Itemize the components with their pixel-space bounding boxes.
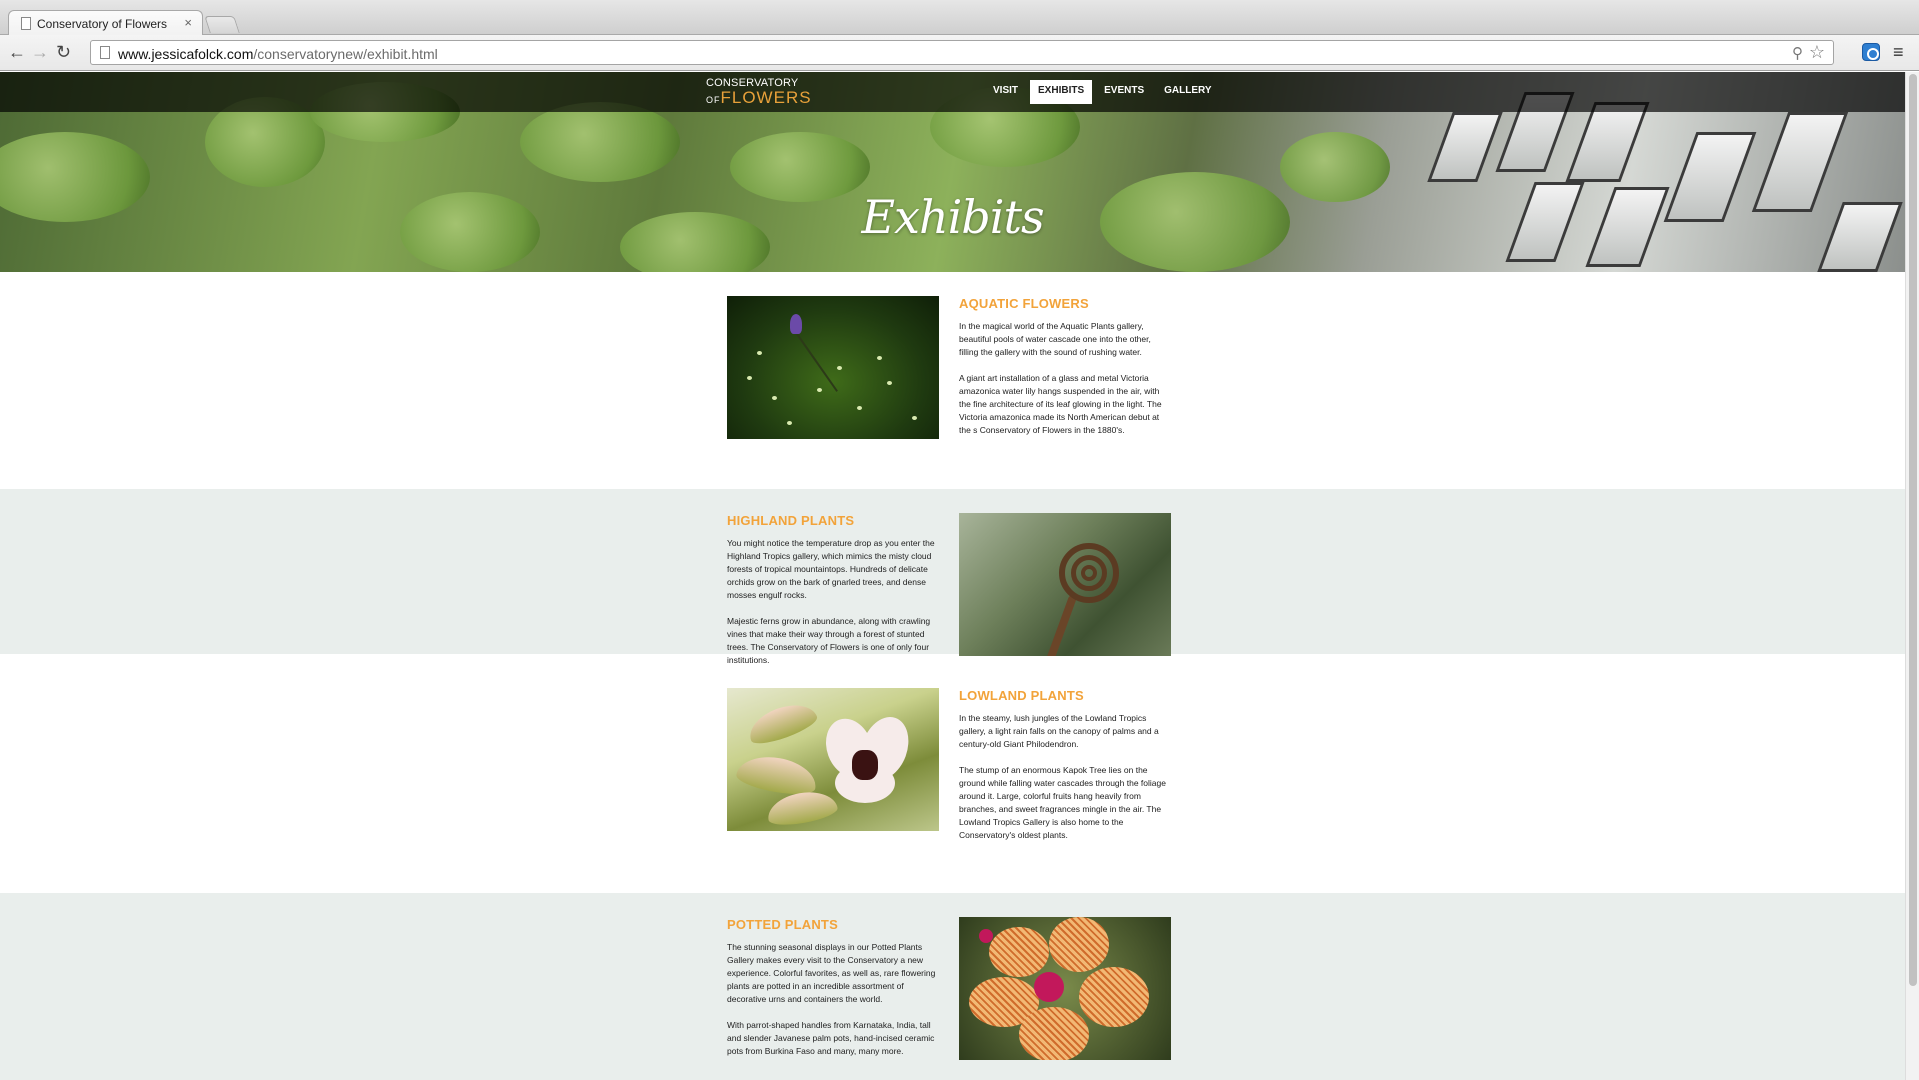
- forward-icon[interactable]: →: [31, 42, 49, 62]
- exhibit-text: LOWLAND PLANTS In the steamy, lush jungl…: [959, 688, 1172, 855]
- page-icon: [21, 17, 31, 30]
- exhibit-title: POTTED PLANTS: [727, 917, 838, 932]
- exhibit-section-aquatic: AQUATIC FLOWERS In the magical world of …: [0, 272, 1905, 449]
- new-tab-button[interactable]: [204, 16, 240, 33]
- orchid-photo: [727, 688, 939, 831]
- logo-bottom-text: OFFLOWERS: [706, 89, 812, 106]
- tab-title: Conservatory of Flowers: [37, 17, 168, 31]
- page-viewport: CONSERVATORY OFFLOWERS VISIT EXHIBITS EV…: [0, 72, 1905, 1080]
- exhibit-section-potted: POTTED PLANTS The stunning seasonal disp…: [0, 893, 1905, 1080]
- lily-pad: [520, 102, 680, 182]
- exhibit-title: AQUATIC FLOWERS: [959, 296, 1089, 311]
- exhibit-paragraph: The stunning seasonal displays in our Po…: [727, 942, 936, 1004]
- nav-gallery[interactable]: GALLERY: [1156, 80, 1219, 104]
- exhibit-section-lowland: LOWLAND PLANTS In the steamy, lush jungl…: [0, 654, 1905, 840]
- extension-icon[interactable]: [1862, 43, 1880, 61]
- page-title: Exhibits: [861, 190, 1044, 244]
- browser-toolbar: ← → ↻ www.jessicafolck.com/conservatoryn…: [0, 35, 1919, 71]
- exhibit-paragraph: You might notice the temperature drop as…: [727, 538, 935, 600]
- exhibit-section-highland: HIGHLAND PLANTS You might notice the tem…: [0, 489, 1905, 665]
- exhibit-paragraph: In the steamy, lush jungles of the Lowla…: [959, 713, 1159, 749]
- fern-photo: [959, 513, 1171, 656]
- nav-visit[interactable]: VISIT: [985, 80, 1026, 104]
- exhibit-title: LOWLAND PLANTS: [959, 688, 1084, 703]
- url-text[interactable]: www.jessicafolck.com/conservatorynew/exh…: [118, 46, 438, 62]
- close-tab-icon[interactable]: ×: [184, 15, 192, 30]
- browser-tab[interactable]: Conservatory of Flowers ×: [8, 10, 203, 36]
- reload-icon[interactable]: ↻: [56, 42, 71, 62]
- url-path: /conservatorynew/exhibit.html: [253, 46, 438, 62]
- back-icon[interactable]: ←: [8, 42, 26, 62]
- bookmark-star-icon[interactable]: ☆: [1809, 42, 1825, 63]
- glass-pane: [1427, 112, 1503, 182]
- exhibit-paragraph: The stump of an enormous Kapok Tree lies…: [959, 765, 1166, 840]
- address-bar[interactable]: www.jessicafolck.com/conservatorynew/exh…: [90, 40, 1834, 65]
- site-logo[interactable]: CONSERVATORY OFFLOWERS: [706, 78, 812, 107]
- nav-events[interactable]: EVENTS: [1096, 80, 1152, 104]
- site-nav: VISIT EXHIBITS EVENTS GALLERY: [985, 80, 1224, 104]
- glass-pane: [1565, 102, 1650, 182]
- zoom-icon[interactable]: ⚲: [1792, 44, 1803, 62]
- exhibit-paragraph: A giant art installation of a glass and …: [959, 373, 1162, 435]
- page-icon: [100, 46, 110, 59]
- orchid-cluster-photo: [959, 917, 1171, 1060]
- exhibit-text: POTTED PLANTS The stunning seasonal disp…: [727, 917, 940, 1071]
- browser-tab-strip: Conservatory of Flowers ×: [0, 0, 1919, 36]
- exhibit-text: AQUATIC FLOWERS In the magical world of …: [959, 296, 1172, 450]
- url-domain: www.jessicafolck.com: [118, 46, 254, 62]
- logo-of-text: OF: [706, 95, 721, 105]
- chrome-menu-icon[interactable]: ≡: [1893, 42, 1904, 63]
- exhibit-paragraph: In the magical world of the Aquatic Plan…: [959, 321, 1151, 357]
- page-scrollbar[interactable]: [1905, 72, 1919, 1080]
- hero-banner: CONSERVATORY OFFLOWERS VISIT EXHIBITS EV…: [0, 72, 1905, 272]
- logo-flowers-text: FLOWERS: [720, 88, 812, 107]
- exhibit-paragraph: With parrot-shaped handles from Karnatak…: [727, 1020, 935, 1056]
- site-nav-bar: [0, 72, 1905, 112]
- nav-exhibits[interactable]: EXHIBITS: [1030, 80, 1093, 104]
- scrollbar-thumb[interactable]: [1909, 74, 1917, 986]
- aquatic-flower-photo: [727, 296, 939, 439]
- exhibit-title: HIGHLAND PLANTS: [727, 513, 855, 528]
